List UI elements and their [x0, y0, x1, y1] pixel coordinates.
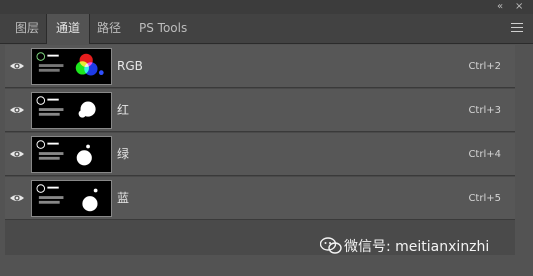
- channel-list: RGB Ctrl+2 红 Ctrl+3 绿 Ctrl+4 蓝 Ctrl+5: [5, 45, 515, 255]
- panel-tab-bar: 图层 通道 路径 PS Tools: [0, 14, 533, 44]
- watermark: 微信号: meitianxinzhi: [320, 236, 530, 258]
- channel-row-green[interactable]: 绿 Ctrl+4: [5, 133, 515, 176]
- channel-shortcut: Ctrl+3: [468, 105, 501, 116]
- channels-panel: « × 图层 通道 路径 PS Tools RGB Ctrl+2 红 Ctrl+…: [0, 0, 533, 276]
- tab-paths[interactable]: 路径: [88, 14, 130, 43]
- channel-thumbnail-blue: [31, 180, 112, 217]
- eye-icon[interactable]: [9, 146, 25, 162]
- channel-name: RGB: [117, 59, 143, 73]
- channel-row-red[interactable]: 红 Ctrl+3: [5, 89, 515, 132]
- collapse-icon[interactable]: «: [497, 0, 503, 14]
- channel-thumbnail-rgb: [31, 48, 112, 85]
- channel-thumbnail-red: [31, 92, 112, 129]
- channel-row-rgb[interactable]: RGB Ctrl+2: [5, 45, 515, 88]
- watermark-text: 微信号: meitianxinzhi: [344, 239, 490, 255]
- channel-name: 红: [117, 103, 130, 117]
- list-scroll-area: [515, 45, 533, 255]
- channel-name: 蓝: [117, 191, 130, 205]
- close-icon[interactable]: ×: [515, 0, 523, 14]
- tab-ps-tools[interactable]: PS Tools: [130, 14, 196, 43]
- tab-layers[interactable]: 图层: [6, 14, 48, 43]
- panel-title-bar: « ×: [0, 0, 533, 14]
- channel-shortcut: Ctrl+2: [468, 61, 501, 72]
- tab-channels[interactable]: 通道: [46, 14, 91, 44]
- eye-icon[interactable]: [9, 102, 25, 118]
- wechat-icon: [320, 237, 342, 254]
- eye-icon[interactable]: [9, 190, 25, 206]
- channel-shortcut: Ctrl+5: [468, 193, 501, 204]
- channel-row-blue[interactable]: 蓝 Ctrl+5: [5, 177, 515, 220]
- channel-shortcut: Ctrl+4: [468, 149, 501, 160]
- panel-menu-icon[interactable]: [511, 23, 523, 34]
- channel-thumbnail-green: [31, 136, 112, 173]
- eye-icon[interactable]: [9, 58, 25, 74]
- channel-name: 绿: [117, 147, 130, 161]
